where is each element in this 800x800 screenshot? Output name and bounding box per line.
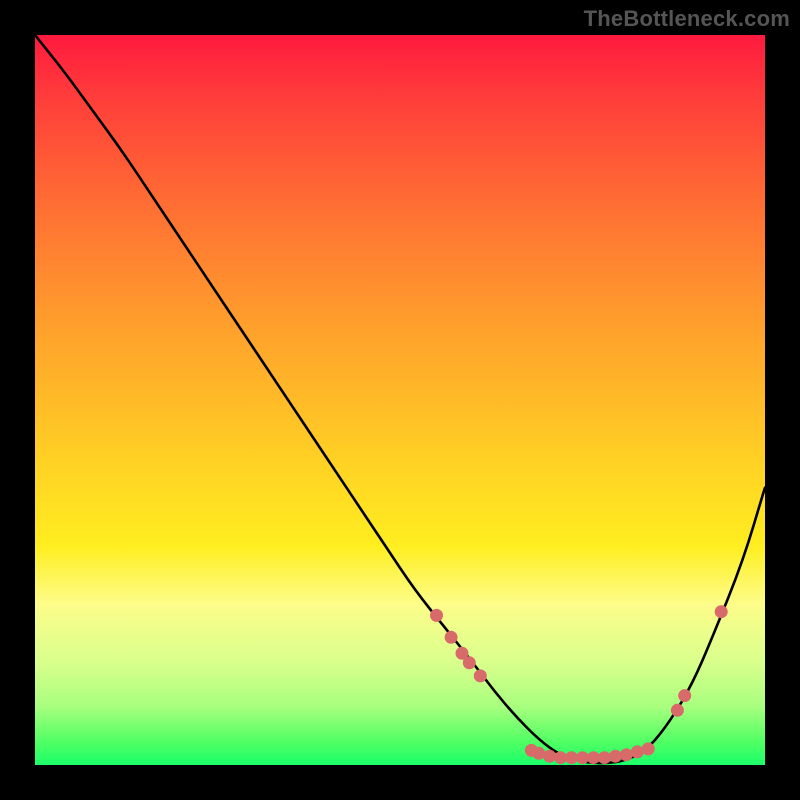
data-marker xyxy=(678,689,691,702)
chart-svg xyxy=(35,35,765,765)
data-marker xyxy=(671,704,684,717)
data-markers xyxy=(430,605,728,764)
data-marker xyxy=(631,745,644,758)
data-marker xyxy=(532,747,545,760)
data-marker xyxy=(543,750,556,763)
watermark-text: TheBottleneck.com xyxy=(584,6,790,32)
data-marker xyxy=(642,742,655,755)
data-marker xyxy=(463,656,476,669)
data-marker xyxy=(598,751,611,764)
data-marker xyxy=(474,669,487,682)
data-marker xyxy=(430,609,443,622)
data-marker xyxy=(715,605,728,618)
bottleneck-curve xyxy=(35,35,765,763)
data-marker xyxy=(445,631,458,644)
data-marker xyxy=(620,748,633,761)
chart-stage: TheBottleneck.com xyxy=(0,0,800,800)
data-marker xyxy=(609,750,622,763)
